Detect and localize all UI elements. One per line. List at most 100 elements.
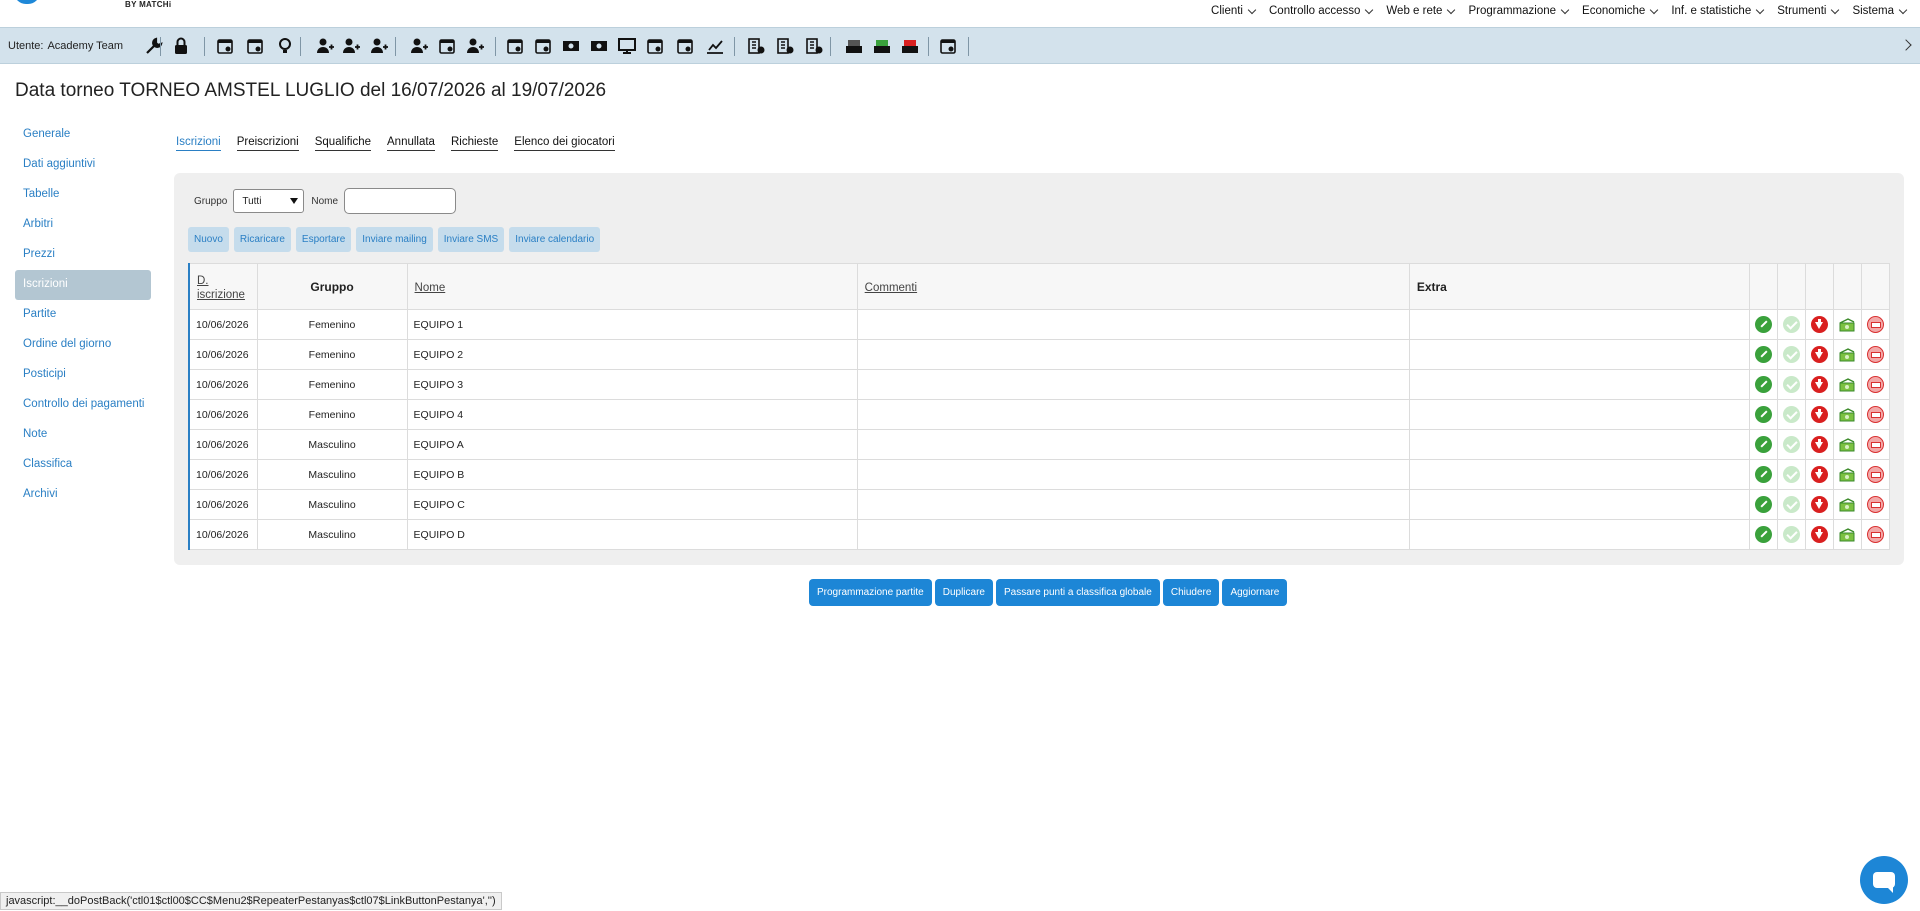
sidebar-item-arbitri[interactable]: Arbitri: [15, 210, 151, 240]
download-icon[interactable]: [1810, 376, 1828, 393]
esportare-button[interactable]: Esportare: [295, 227, 352, 252]
sidebar-item-posticipi[interactable]: Posticipi: [15, 360, 151, 390]
confirm-check-icon[interactable]: [1782, 526, 1800, 543]
ticket-icon[interactable]: [589, 36, 609, 56]
tab-iscrizioni[interactable]: Iscrizioni: [176, 136, 221, 151]
table-row[interactable]: 10/06/2026 Masculino EQUIPO A: [188, 429, 1891, 460]
sort-comments-link[interactable]: Commenti: [865, 282, 917, 294]
dollar-clock-icon[interactable]: [675, 36, 695, 56]
aggiornare-button[interactable]: Aggiornare: [1222, 579, 1288, 606]
chart-icon[interactable]: [705, 36, 725, 56]
cash-icon[interactable]: [561, 36, 581, 56]
edit-icon[interactable]: [1754, 466, 1772, 483]
building-add-icon[interactable]: [775, 36, 795, 56]
payment-icon[interactable]: [1838, 377, 1856, 392]
payment-icon[interactable]: [1838, 437, 1856, 452]
nuovo-button[interactable]: Nuovo: [188, 227, 229, 252]
print-icon[interactable]: [1866, 496, 1884, 513]
top-menu-inf-e-statistiche[interactable]: Inf. e statistiche: [1665, 4, 1771, 18]
sidebar-item-generale[interactable]: Generale: [15, 120, 151, 150]
print-icon[interactable]: [1866, 436, 1884, 453]
tab-richieste[interactable]: Richieste: [450, 136, 499, 151]
sidebar-item-archivi[interactable]: Archivi: [15, 480, 151, 510]
lock-icon[interactable]: [171, 36, 191, 56]
table-row[interactable]: 10/06/2026 Masculino EQUIPO C: [188, 489, 1891, 520]
print-icon[interactable]: [1866, 376, 1884, 393]
payment-icon[interactable]: [1838, 317, 1856, 332]
register-green-icon[interactable]: [872, 36, 892, 56]
calendar-clock-icon[interactable]: [215, 36, 235, 56]
sidebar-item-note[interactable]: Note: [15, 420, 151, 450]
payment-icon[interactable]: [1838, 467, 1856, 482]
payment-icon[interactable]: [1838, 407, 1856, 422]
table-row[interactable]: 10/06/2026 Femenino EQUIPO 4: [188, 399, 1891, 430]
inviare-calendario-button[interactable]: Inviare calendario: [509, 227, 601, 252]
monitor-icon[interactable]: [617, 36, 637, 56]
download-icon[interactable]: [1810, 496, 1828, 513]
chat-button[interactable]: [1860, 856, 1908, 904]
tab-squalifiche[interactable]: Squalifiche: [314, 136, 371, 151]
edit-icon[interactable]: [1754, 496, 1772, 513]
building-money-icon[interactable]: [804, 36, 824, 56]
table-row[interactable]: 10/06/2026 Femenino EQUIPO 1: [188, 309, 1891, 340]
chevron-right-icon[interactable]: [1900, 39, 1912, 51]
top-menu-programmazione[interactable]: Programmazione: [1462, 4, 1576, 18]
table-row[interactable]: 10/06/2026 Masculino EQUIPO D: [188, 519, 1891, 550]
sidebar-item-iscrizioni[interactable]: Iscrizioni: [15, 270, 151, 300]
group-select[interactable]: Tutti: [233, 189, 305, 213]
check-user-icon[interactable]: [369, 36, 389, 56]
edit-icon[interactable]: [1754, 316, 1772, 333]
door-exit-icon[interactable]: [533, 36, 553, 56]
top-menu-economiche[interactable]: Economiche: [1576, 4, 1665, 18]
passare-punti-a-classifica-globale-button[interactable]: Passare punti a classifica globale: [995, 579, 1160, 606]
confirm-check-icon[interactable]: [1782, 496, 1800, 513]
sort-date-link[interactable]: D. iscrizione: [197, 275, 245, 301]
sort-name-link[interactable]: Nome: [415, 282, 446, 294]
sidebar-item-dati-aggiuntivi[interactable]: Dati aggiuntivi: [15, 150, 151, 180]
col-date-header[interactable]: D. iscrizione: [188, 263, 258, 310]
edit-icon[interactable]: [1754, 406, 1772, 423]
edit-icon[interactable]: [1754, 346, 1772, 363]
ricaricare-button[interactable]: Ricaricare: [233, 227, 291, 252]
payment-icon[interactable]: [1838, 497, 1856, 512]
confirm-check-icon[interactable]: [1782, 346, 1800, 363]
register-icon[interactable]: [844, 36, 864, 56]
payment-icon[interactable]: [1838, 527, 1856, 542]
top-menu-sistema[interactable]: Sistema: [1846, 4, 1914, 18]
table-row[interactable]: 10/06/2026 Femenino EQUIPO 3: [188, 369, 1891, 400]
sidebar-item-tabelle[interactable]: Tabelle: [15, 180, 151, 210]
print-icon[interactable]: [1866, 316, 1884, 333]
tab-elenco-dei-giocatori[interactable]: Elenco dei giocatori: [514, 136, 615, 151]
top-menu-web-e-rete[interactable]: Web e rete: [1380, 4, 1462, 18]
bulb-icon[interactable]: [275, 36, 295, 56]
search-star-icon[interactable]: [437, 36, 457, 56]
star-user-icon[interactable]: [341, 36, 361, 56]
top-menu-strumenti[interactable]: Strumenti: [1771, 4, 1846, 18]
programmazione-partite-button[interactable]: Programmazione partite: [809, 579, 932, 606]
print-icon[interactable]: [1866, 466, 1884, 483]
sidebar-item-ordine-del-giorno[interactable]: Ordine del giorno: [15, 330, 151, 360]
search-users-icon[interactable]: [465, 36, 485, 56]
payment-icon[interactable]: [1838, 347, 1856, 362]
col-name-header[interactable]: Nome: [406, 263, 858, 310]
top-menu-clienti[interactable]: Clienti: [1205, 4, 1263, 18]
confirm-check-icon[interactable]: [1782, 376, 1800, 393]
print-icon[interactable]: [1866, 526, 1884, 543]
calendar-icon[interactable]: [245, 36, 265, 56]
table-row[interactable]: 10/06/2026 Femenino EQUIPO 2: [188, 339, 1891, 370]
print-icon[interactable]: [1866, 346, 1884, 363]
logo[interactable]: [14, 0, 40, 4]
register-red-icon[interactable]: [900, 36, 920, 56]
sidebar-item-classifica[interactable]: Classifica: [15, 450, 151, 480]
tab-annullata[interactable]: Annullata: [387, 136, 435, 151]
sidebar-item-prezzi[interactable]: Prezzi: [15, 240, 151, 270]
download-icon[interactable]: [1810, 316, 1828, 333]
name-input[interactable]: [344, 188, 457, 214]
tab-preiscrizioni[interactable]: Preiscrizioni: [236, 136, 299, 151]
download-icon[interactable]: [1810, 346, 1828, 363]
inviare-mailing-button[interactable]: Inviare mailing: [356, 227, 433, 252]
search-user-icon[interactable]: [409, 36, 429, 56]
download-icon[interactable]: [1810, 466, 1828, 483]
archive-icon[interactable]: [938, 36, 958, 56]
card-reader-icon[interactable]: [505, 36, 525, 56]
